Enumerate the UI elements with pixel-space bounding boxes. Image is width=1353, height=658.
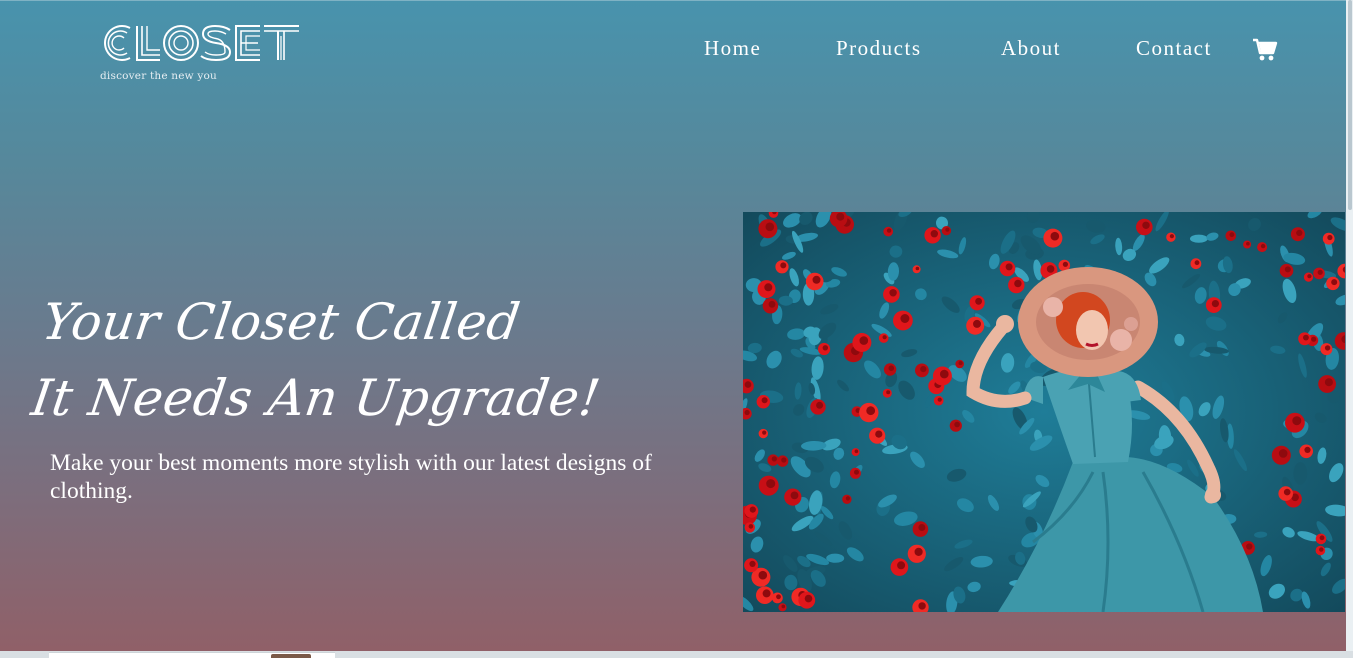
headline-line-2: It Needs An Upgrade! <box>27 369 605 427</box>
hero-subtext: Make your best moments more stylish with… <box>50 450 652 504</box>
top-edge <box>0 0 1353 1</box>
nav-products-link[interactable]: Products <box>836 36 922 61</box>
brand-tagline: discover the new you <box>100 70 218 82</box>
page: discover the new you Home Products About… <box>0 0 1353 658</box>
hero-headline: Your Closet Called It Needs An Upgrade! <box>27 284 616 436</box>
headline-line-1: Your Closet Called <box>38 293 524 351</box>
product-card-peek[interactable] <box>49 652 335 658</box>
nav-about-link[interactable]: About <box>1001 36 1061 61</box>
woman-in-roses-photo <box>743 212 1345 612</box>
nav-home-link[interactable]: Home <box>704 36 761 61</box>
product-image-peek <box>271 654 311 658</box>
nav-contact-link[interactable]: Contact <box>1136 36 1212 61</box>
vertical-scrollbar[interactable] <box>1346 0 1353 651</box>
main-nav: Home Products About Contact <box>0 36 1353 66</box>
scrollbar-thumb[interactable] <box>1348 0 1352 210</box>
shopping-cart-icon[interactable] <box>1252 38 1278 62</box>
